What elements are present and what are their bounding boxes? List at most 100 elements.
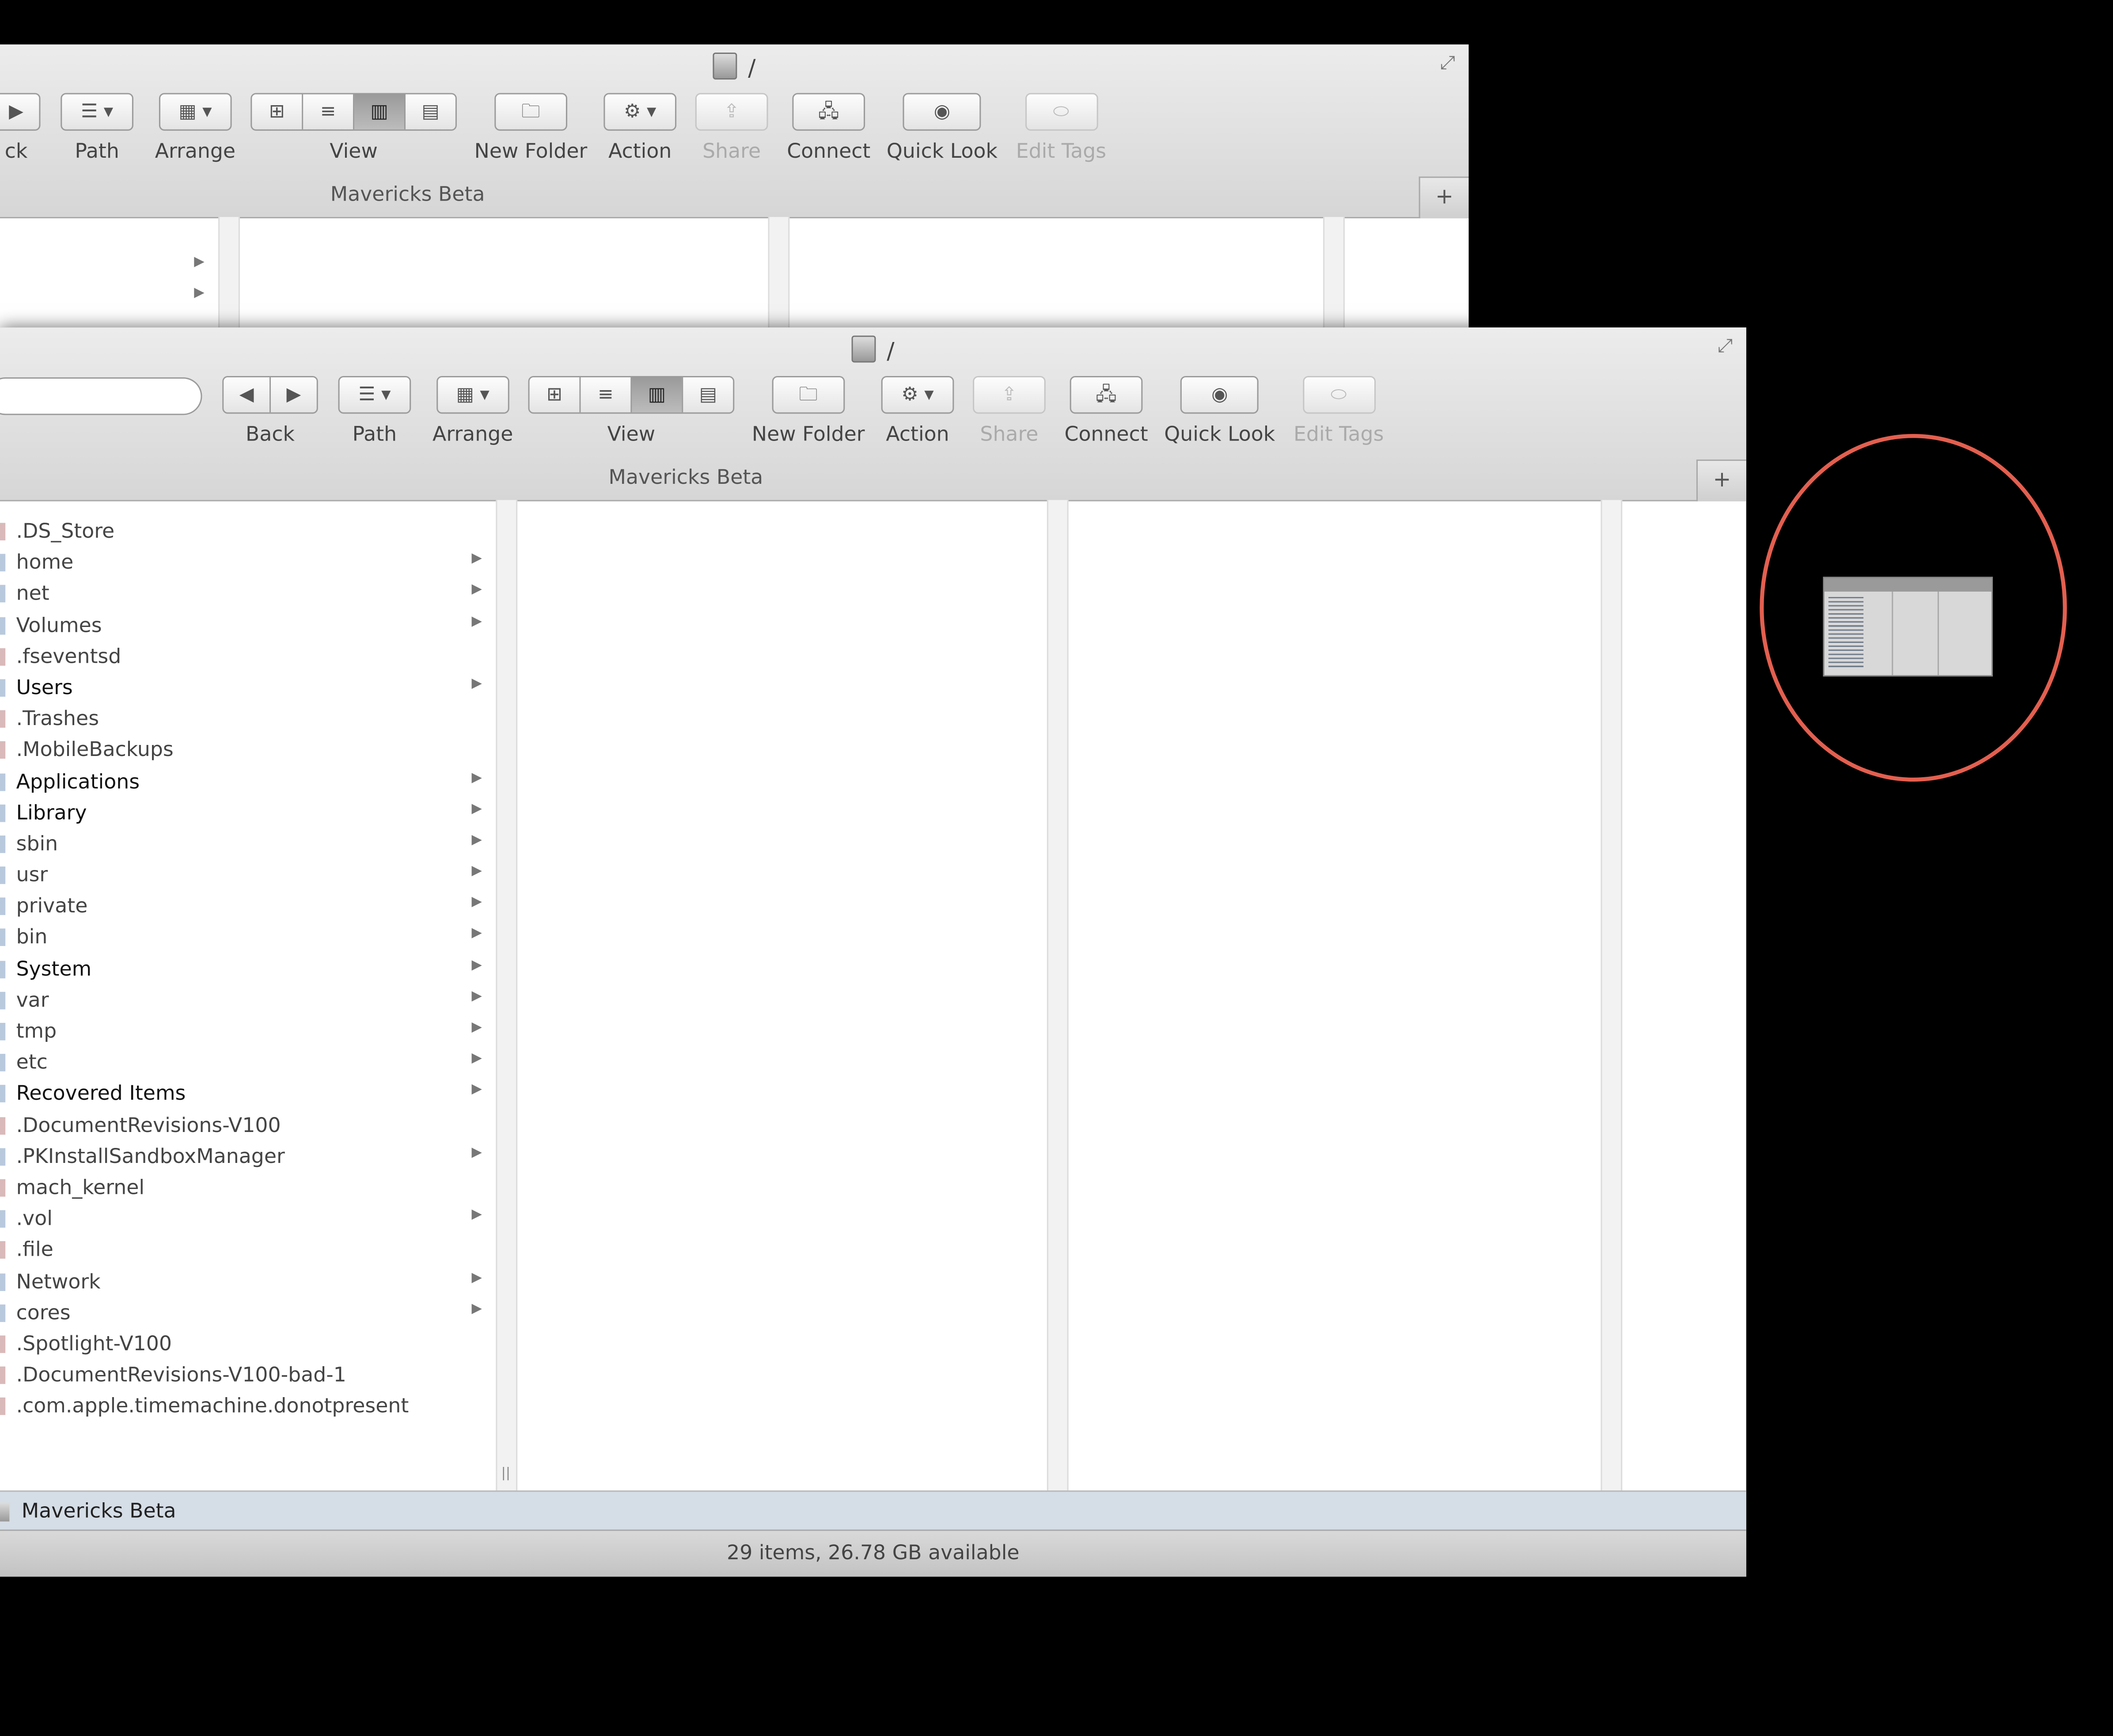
new-folder-button[interactable]: 🗀 New Folder (474, 93, 587, 163)
list-item[interactable]: .file (0, 1235, 493, 1266)
arrange-icon: ▦ ▾ (159, 93, 232, 131)
list-view-icon[interactable]: ≡ (303, 94, 355, 129)
list-item[interactable]: .fseventsd (0, 641, 493, 672)
back-button[interactable]: ◀ ▶ Back (222, 376, 318, 446)
list-view-icon[interactable]: ≡ (580, 377, 632, 413)
list-item[interactable]: mach_kernel (0, 1172, 493, 1204)
list-item[interactable]: etc ▶ (0, 1047, 493, 1079)
search-input[interactable] (0, 377, 202, 415)
column-divider[interactable] (496, 500, 518, 1577)
quick-look-button[interactable]: ◉ Quick Look (887, 93, 998, 163)
new-folder-button[interactable]: 🗀 New Folder (752, 376, 865, 446)
folder-icon (0, 616, 6, 634)
list-item[interactable]: .MobileBackups (0, 735, 493, 766)
list-item[interactable]: Users ▶ (0, 672, 493, 704)
view-segmented-control[interactable]: ⊞ ≡ ▥ ▤ View (528, 376, 735, 446)
column-divider[interactable] (1323, 217, 1345, 328)
list-item[interactable]: sbin ▶ (0, 828, 493, 860)
connect-button[interactable]: 🖧 Connect (787, 93, 870, 163)
list-item[interactable]: .com.apple.timemachine.donotpresent (0, 1391, 493, 1422)
folder-icon (0, 1085, 6, 1103)
column-view-icon[interactable]: ▥ (632, 377, 683, 413)
list-item[interactable]: Recovered Items ▶ (0, 1079, 493, 1110)
new-tab-button[interactable]: + (1696, 460, 1746, 501)
edit-tags-button[interactable]: ⬭ Edit Tags (1016, 93, 1106, 163)
list-item[interactable]: private ▶ (0, 891, 493, 923)
column-divider[interactable] (1047, 500, 1069, 1577)
list-item[interactable]: .DocumentRevisions-V100 (0, 1110, 493, 1141)
list-item[interactable]: .DS_Store (0, 516, 493, 547)
path-button[interactable]: ☰ ▾ Path (338, 376, 411, 446)
disclosure-icon: ▶ (471, 1020, 482, 1035)
background-titlebar: / ⤢ ▶ ck ☰ ▾ Path ▦ ▾ Arrange ⊞ ≡ ▥ ▤ Vi… (0, 44, 1469, 219)
quick-look-button[interactable]: ◉ Quick Look (1164, 376, 1275, 446)
list-item[interactable]: var ▶ (0, 985, 493, 1016)
list-item[interactable]: cores ▶ (0, 1297, 493, 1329)
list-item[interactable]: bin ▶ (0, 923, 493, 954)
tag-icon: ⬭ (1024, 93, 1098, 131)
list-item[interactable]: System ▶ (0, 953, 493, 985)
connect-icon: 🖧 (1070, 376, 1143, 414)
disclosure-icon: ▶ (471, 1270, 482, 1285)
list-item[interactable]: .DocumentRevisions-V100-bad-1 (0, 1360, 493, 1391)
list-item[interactable]: Network ▶ (0, 1266, 493, 1297)
arrange-button[interactable]: ▦ ▾ Arrange (432, 376, 513, 446)
fullscreen-icon[interactable]: ⤢ (1440, 53, 1455, 74)
edit-tags-button[interactable]: ⬭ Edit Tags (1294, 376, 1384, 446)
list-item[interactable]: .PKInstallSandboxManager ▶ (0, 1141, 493, 1173)
file-icon (0, 648, 6, 665)
finder-window[interactable]: / ⤢ ◀ ▶ Back ☰ ▾ Path ▦ ▾ Arrange ⊞ ≡ ▥ … (0, 327, 1746, 1577)
connect-button[interactable]: 🖧 Connect (1065, 376, 1148, 446)
window-thumbnail[interactable] (1823, 577, 1993, 677)
share-button[interactable]: ⇪ Share (973, 376, 1046, 446)
folder-icon (0, 1304, 6, 1322)
list-item[interactable]: .Spotlight-V100 (0, 1329, 493, 1360)
arrange-button[interactable]: ▦ ▾ Arrange (155, 93, 235, 163)
column-divider[interactable] (218, 217, 240, 328)
list-item[interactable]: Volumes ▶ (0, 610, 493, 641)
icon-view-icon[interactable]: ⊞ (252, 94, 303, 129)
disk-icon (0, 1502, 10, 1522)
background-finder-window[interactable]: / ⤢ ▶ ck ☰ ▾ Path ▦ ▾ Arrange ⊞ ≡ ▥ ▤ Vi… (0, 44, 1469, 328)
path-button[interactable]: ☰ ▾ Path (61, 93, 133, 163)
new-tab-button[interactable]: + (1419, 176, 1469, 219)
list-item[interactable]: .Trashes (0, 703, 493, 735)
list-item[interactable]: Applications ▶ (0, 766, 493, 798)
column-resize-handle[interactable]: || (501, 1466, 511, 1481)
icon-view-icon[interactable]: ⊞ (529, 377, 581, 413)
disclosure-icon: ▶ (471, 1301, 482, 1316)
disclosure-icon: ▶ (194, 255, 205, 270)
column-divider[interactable] (768, 217, 790, 328)
new-folder-icon: 🗀 (494, 93, 567, 131)
cover-flow-icon[interactable]: ▤ (683, 377, 733, 413)
disclosure-icon: ▶ (471, 926, 482, 942)
list-item[interactable]: home ▶ (0, 547, 493, 579)
path-bar[interactable]: Mavericks Beta (0, 1490, 1746, 1531)
disclosure-icon: ▶ (471, 864, 482, 879)
action-button[interactable]: ⚙ ▾ Action (603, 93, 677, 163)
list-item[interactable]: Library ▶ (0, 798, 493, 829)
column-divider[interactable] (1601, 500, 1623, 1577)
background-tab-title[interactable]: Mavericks Beta (0, 182, 815, 206)
disclosure-icon: ▶ (471, 895, 482, 910)
back-arrow-icon[interactable]: ◀ (224, 377, 271, 413)
list-item[interactable]: tmp ▶ (0, 1016, 493, 1048)
tab-title[interactable]: Mavericks Beta (0, 465, 1372, 489)
disclosure-icon: ▶ (194, 285, 205, 301)
path-icon: ☰ ▾ (338, 376, 411, 414)
column-view-icon[interactable]: ▥ (354, 94, 406, 129)
forward-arrow-icon[interactable]: ▶ (271, 377, 317, 413)
back-button[interactable]: ▶ ck (0, 93, 41, 163)
share-button[interactable]: ⇪ Share (695, 93, 768, 163)
status-bar: 29 items, 26.78 GB available (0, 1529, 1746, 1577)
list-item[interactable]: .vol ▶ (0, 1204, 493, 1235)
folder-icon (0, 929, 6, 947)
disclosure-icon: ▶ (471, 1208, 482, 1223)
list-item[interactable]: usr ▶ (0, 860, 493, 891)
cover-flow-icon[interactable]: ▤ (406, 94, 455, 129)
disclosure-icon: ▶ (471, 1051, 482, 1067)
view-segmented-control[interactable]: ⊞ ≡ ▥ ▤ View (250, 93, 457, 163)
fullscreen-icon[interactable]: ⤢ (1718, 335, 1733, 357)
list-item[interactable]: net ▶ (0, 579, 493, 610)
action-button[interactable]: ⚙ ▾ Action (881, 376, 954, 446)
